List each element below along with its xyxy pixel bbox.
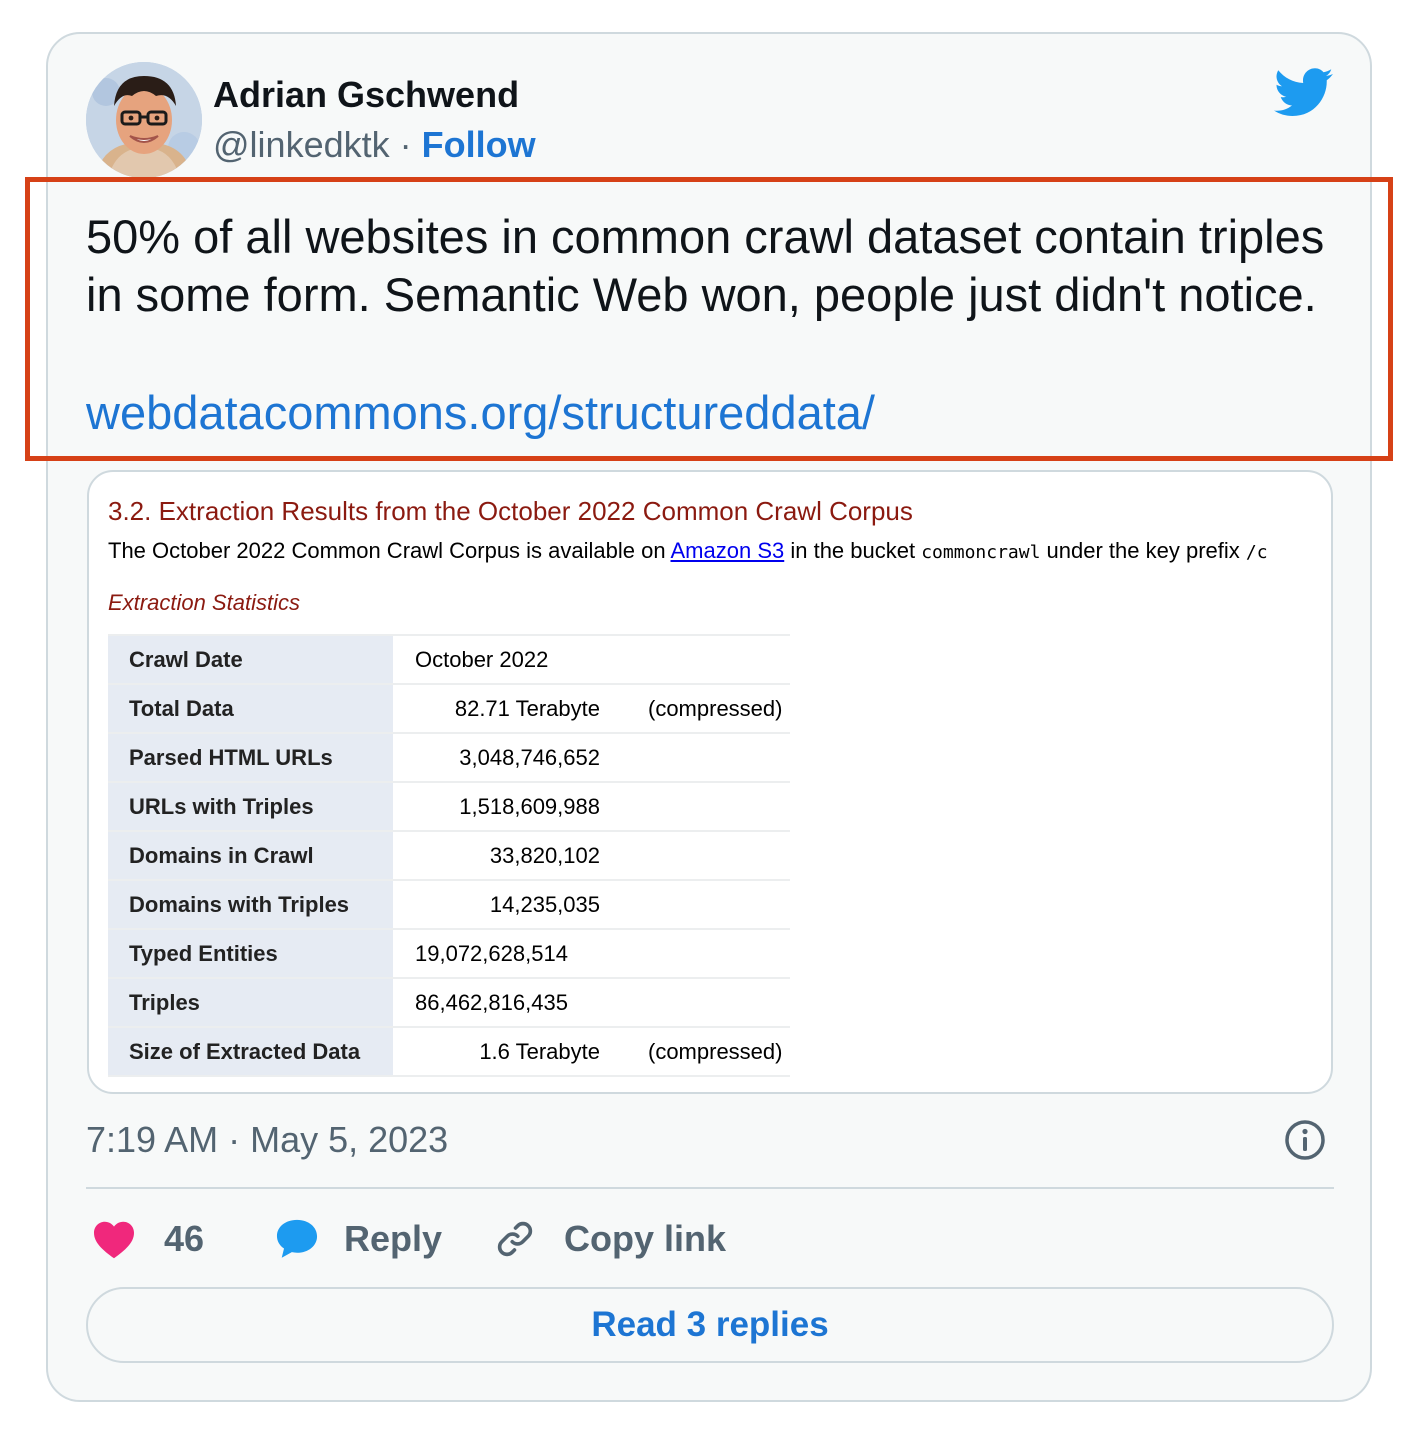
stat-value: 33,820,102 [393,831,602,881]
like-count: 46 [164,1218,205,1259]
stat-value: 82.71 Terabyte [393,684,602,734]
section-description: The October 2022 Common Crawl Corpus is … [108,538,1268,564]
stat-value: 19,072,628,514 [393,929,602,979]
reply-button[interactable]: Reply [274,1214,442,1264]
stat-key: Total Data [108,684,393,734]
tweet-timestamp[interactable]: 7:19 AM · May 5, 2023 [86,1119,448,1161]
table-row: Triples 86,462,816,435 [108,978,790,1028]
stat-value: 3,048,746,652 [393,733,602,783]
author-handle[interactable]: @linkedktk [213,124,390,165]
table-row: Domains with Triples 14,235,035 [108,880,790,930]
author-name[interactable]: Adrian Gschwend [213,74,519,116]
stats-table: Crawl Date October 2022 Total Data 82.71 Te… [108,634,790,1077]
read-replies-button[interactable]: Read 3 replies [86,1287,1334,1363]
twitter-bird-icon[interactable] [1274,68,1334,118]
info-icon[interactable] [1283,1118,1327,1162]
tweet-link[interactable]: webdatacommons.org/structureddata/ [86,384,875,442]
stat-note: (compressed) [602,1027,790,1077]
stat-note [602,978,790,1028]
stat-note [602,929,790,979]
embedded-image[interactable]: 3.2. Extraction Results from the October… [87,470,1333,1094]
author-handle-line: @linkedktk · Follow [213,124,536,166]
amazon-s3-link[interactable]: Amazon S3 [671,538,785,563]
stat-note [602,782,790,832]
table-row: Parsed HTML URLs 3,048,746,652 [108,733,790,783]
table-row: Total Data 82.71 Terabyte (compressed) [108,684,790,734]
copy-link-label: Copy link [564,1218,727,1259]
table-row: Typed Entities 19,072,628,514 [108,929,790,979]
desc-text-2: in the bucket [784,538,922,563]
stat-note [602,831,790,881]
follow-button[interactable]: Follow [422,124,536,165]
stat-key: Typed Entities [108,929,393,979]
stat-value: October 2022 [393,634,602,685]
prefix-code: /c [1245,542,1268,563]
like-button[interactable]: 46 [92,1214,204,1264]
reply-label: Reply [344,1218,443,1259]
heart-icon [94,1221,134,1259]
stat-note: (compressed) [602,684,790,734]
table-row: Domains in Crawl 33,820,102 [108,831,790,881]
speech-bubble-icon [276,1219,318,1258]
stat-value: 1,518,609,988 [393,782,602,832]
tweet-text: 50% of all websites in common crawl data… [86,210,1325,321]
stat-value: 14,235,035 [393,880,602,930]
desc-text-3: under the key prefix [1040,538,1246,563]
stat-note [602,733,790,783]
table-row: URLs with Triples 1,518,609,988 [108,782,790,832]
avatar[interactable] [86,62,202,178]
stat-value: 86,462,816,435 [393,978,602,1028]
stat-key: Triples [108,978,393,1028]
table-row: Size of Extracted Data 1.6 Terabyte (compr… [108,1027,790,1077]
stat-note [602,634,790,685]
stat-key: Domains with Triples [108,880,393,930]
handle-separator: · [399,124,412,165]
stat-key: Crawl Date [108,634,393,685]
bucket-code: commoncrawl [921,542,1041,563]
stat-key: Domains in Crawl [108,831,393,881]
stat-key: Size of Extracted Data [108,1027,393,1077]
stat-key: Parsed HTML URLs [108,733,393,783]
stat-key: URLs with Triples [108,782,393,832]
stat-note [602,880,790,930]
table-row: Crawl Date October 2022 [108,634,790,685]
divider [86,1187,1334,1189]
section-title: 3.2. Extraction Results from the October… [108,496,913,526]
stats-label: Extraction Statistics [108,590,300,615]
desc-text-1: The October 2022 Common Crawl Corpus is … [108,538,671,563]
copy-link-button[interactable]: Copy link [493,1214,726,1264]
link-icon [497,1221,533,1257]
stat-value: 1.6 Terabyte [393,1027,602,1077]
